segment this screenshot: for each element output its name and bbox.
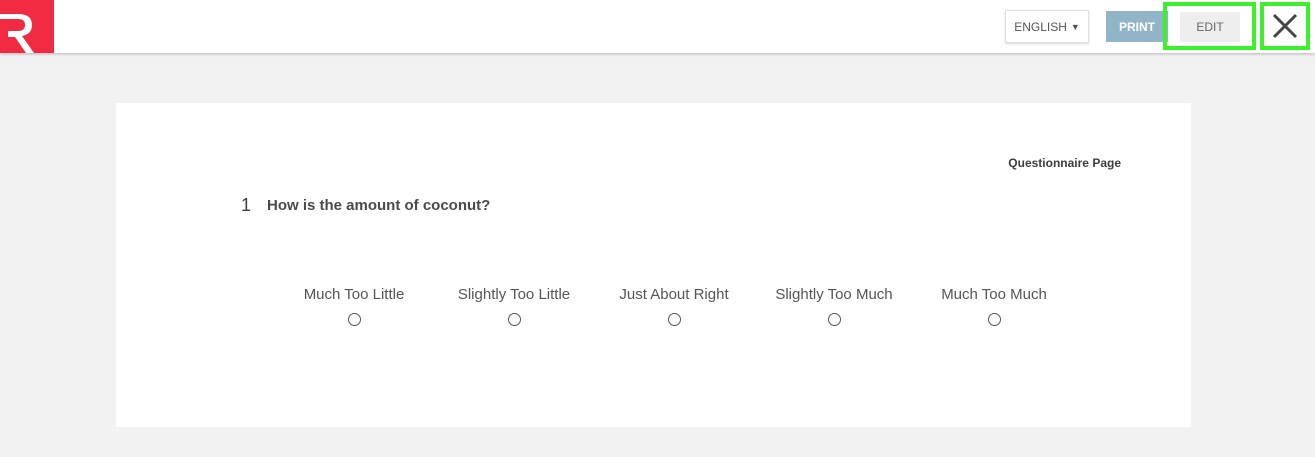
page-title: Questionnaire Page bbox=[1008, 156, 1121, 170]
edit-button[interactable]: EDIT bbox=[1180, 12, 1240, 42]
radio-button[interactable] bbox=[347, 313, 361, 326]
logo-r-icon bbox=[0, 14, 34, 53]
radio-button[interactable] bbox=[987, 313, 1001, 326]
language-label: ENGLISH bbox=[1014, 19, 1067, 34]
radio-button[interactable] bbox=[827, 313, 841, 326]
option-slightly-too-much: Slightly Too Much bbox=[754, 286, 914, 326]
top-bar: ENGLISH ▼ PRINT EDIT bbox=[0, 0, 1315, 53]
caret-down-icon: ▼ bbox=[1070, 21, 1080, 32]
option-label: Slightly Too Much bbox=[775, 286, 893, 303]
radio-button[interactable] bbox=[667, 313, 681, 326]
option-label: Much Too Much bbox=[941, 286, 1047, 303]
radio-button[interactable] bbox=[507, 313, 521, 326]
option-much-too-little: Much Too Little bbox=[274, 286, 434, 326]
option-slightly-too-little: Slightly Too Little bbox=[434, 286, 594, 326]
close-button[interactable] bbox=[1260, 2, 1310, 50]
question-text: How is the amount of coconut? bbox=[267, 197, 491, 214]
option-much-too-much: Much Too Much bbox=[914, 286, 1074, 326]
close-icon bbox=[1272, 13, 1298, 39]
option-just-about-right: Just About Right bbox=[594, 286, 754, 326]
option-label: Slightly Too Little bbox=[457, 286, 571, 303]
option-label: Much Too Little bbox=[303, 286, 405, 303]
print-button[interactable]: PRINT bbox=[1106, 11, 1168, 42]
questionnaire-card: Questionnaire Page 1 How is the amount o… bbox=[116, 103, 1191, 427]
language-dropdown[interactable]: ENGLISH ▼ bbox=[1005, 10, 1089, 43]
question-number: 1 bbox=[241, 195, 252, 215]
app-logo[interactable] bbox=[0, 0, 54, 53]
option-label: Just About Right bbox=[619, 286, 729, 303]
edit-highlight: EDIT bbox=[1163, 2, 1256, 50]
rating-scale: Much Too Little Slightly Too Little Just… bbox=[290, 286, 1050, 336]
